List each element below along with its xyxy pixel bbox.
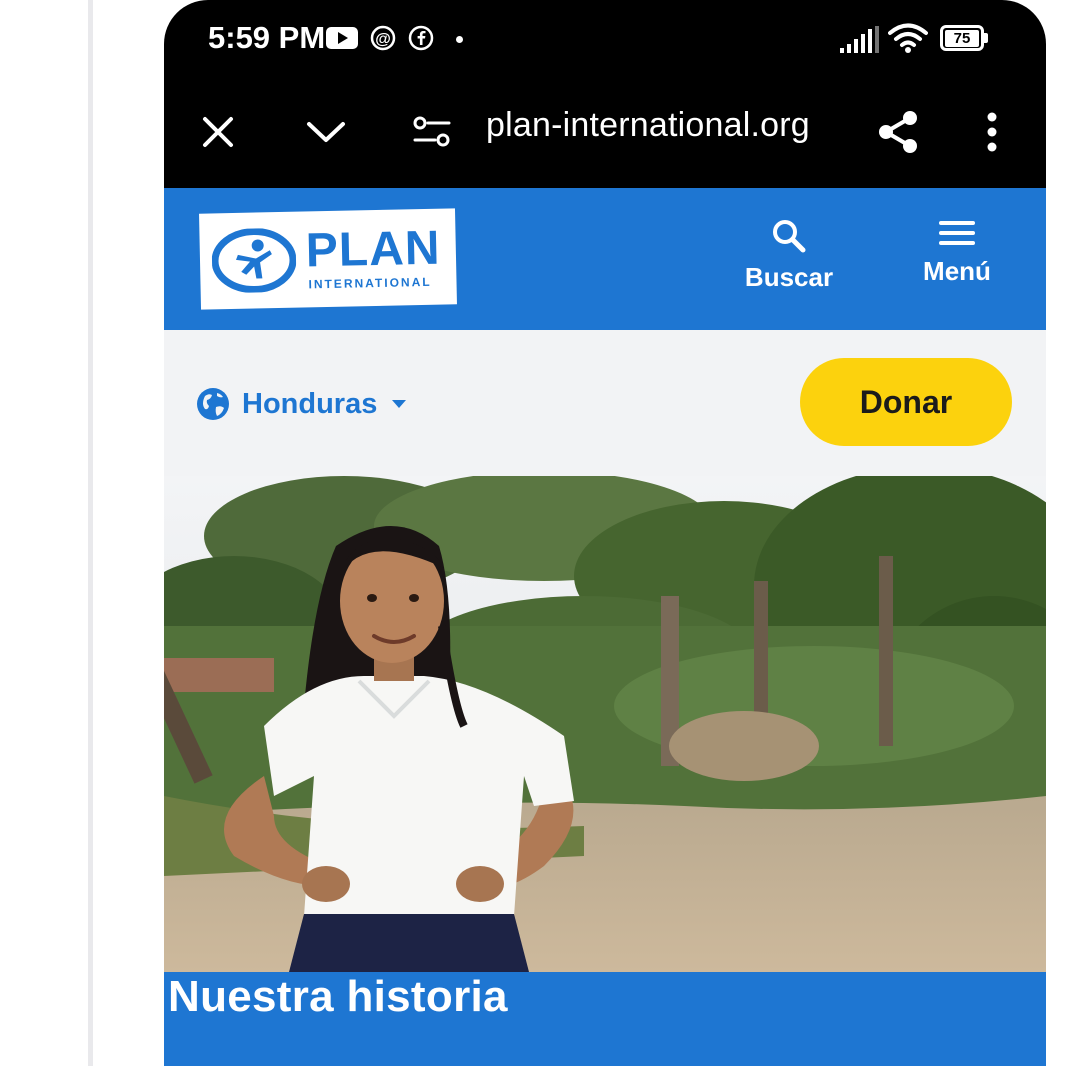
phone-screenshot: 5:59 PM @ 75 plan-international.org PLAN… <box>164 0 1046 1066</box>
browser-toolbar: plan-international.org <box>164 80 1046 188</box>
more-options-button[interactable] <box>972 102 1012 162</box>
logo-subtitle: INTERNATIONAL <box>308 274 432 292</box>
share-icon <box>879 111 917 153</box>
caret-down-icon <box>392 400 407 408</box>
battery-icon: 75 <box>940 25 984 51</box>
more-vert-icon <box>987 112 997 152</box>
menu-label: Menú <box>923 256 991 286</box>
menu-button[interactable]: Menú <box>902 218 1012 308</box>
plan-logo-mark-icon <box>211 228 297 294</box>
svg-text:@: @ <box>375 31 391 48</box>
logo-wordmark: PLAN <box>305 221 442 278</box>
hero-photo-girl-in-uniform <box>164 476 1046 972</box>
story-band: Nuestra historia <box>164 972 1046 1066</box>
page-left-rule <box>88 0 93 1066</box>
close-icon <box>203 117 233 147</box>
wifi-icon <box>888 23 928 53</box>
youtube-icon <box>326 24 358 52</box>
search-icon <box>773 220 806 253</box>
globe-icon <box>197 388 229 420</box>
minimize-button[interactable] <box>302 102 350 162</box>
dot-icon <box>456 36 463 43</box>
facebook-icon <box>408 24 434 52</box>
site-settings-button[interactable] <box>410 102 454 162</box>
country-selector[interactable]: Honduras <box>196 384 407 424</box>
search-button[interactable]: Buscar <box>734 218 844 308</box>
site-header: PLAN INTERNATIONAL Buscar Menú <box>164 188 1046 330</box>
chevron-down-icon <box>307 122 345 142</box>
threads-icon: @ <box>370 24 396 52</box>
close-tab-button[interactable] <box>194 102 242 162</box>
story-title[interactable]: Nuestra historia <box>168 972 508 1022</box>
signal-icon <box>840 26 879 53</box>
hamburger-menu-icon <box>939 221 975 245</box>
address-bar-url[interactable]: plan-international.org <box>486 106 810 145</box>
site-settings-icon <box>413 116 451 147</box>
status-bar: 5:59 PM @ 75 <box>164 0 1046 80</box>
status-time: 5:59 PM <box>208 20 326 55</box>
hero-image <box>164 476 1046 972</box>
plan-international-logo[interactable]: PLAN INTERNATIONAL <box>199 208 457 310</box>
country-name: Honduras <box>242 387 378 420</box>
country-bar: Honduras Donar <box>164 330 1046 476</box>
battery-level: 75 <box>945 29 979 47</box>
share-button[interactable] <box>872 102 924 162</box>
search-label: Buscar <box>744 262 834 292</box>
battery-tip <box>984 33 988 43</box>
donate-button[interactable]: Donar <box>800 358 1012 446</box>
